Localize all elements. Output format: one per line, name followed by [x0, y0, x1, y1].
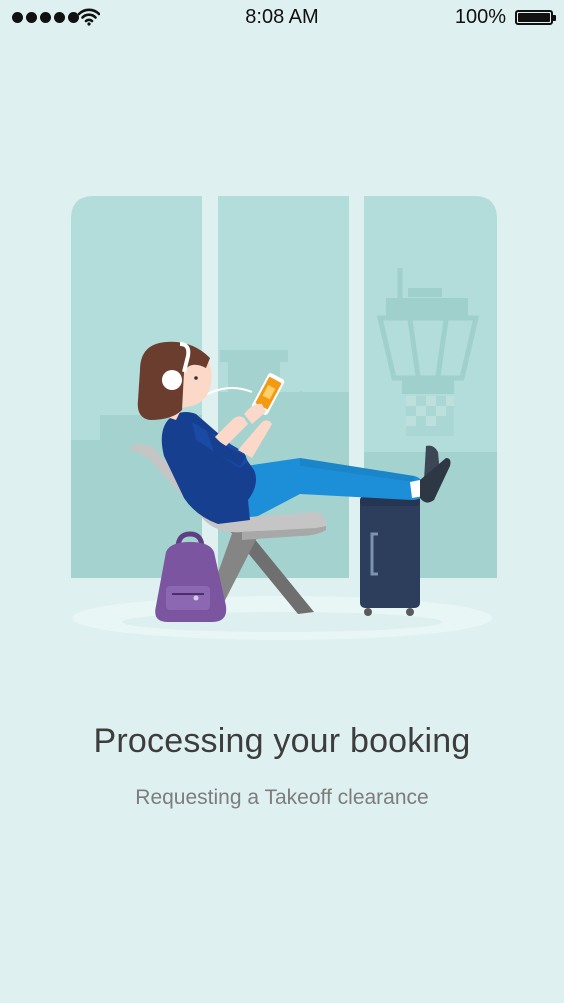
status-bar: 8:08 AM 100% — [0, 0, 564, 36]
status-message: Requesting a Takeoff clearance — [135, 786, 429, 809]
booking-processing-screen: 8:08 AM 100% Processing your booking Req… — [0, 0, 564, 1003]
traveler-waiting-at-airport-illustration — [71, 196, 497, 640]
battery-percentage: 100% — [454, 6, 506, 28]
suitcase — [360, 496, 420, 616]
headphones-icon — [162, 370, 182, 390]
battery-full-icon — [515, 10, 556, 25]
page-title: Processing your booking — [93, 722, 471, 760]
